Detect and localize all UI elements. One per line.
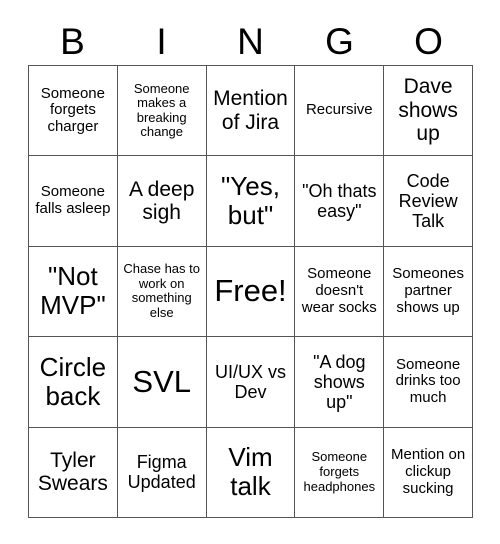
bingo-cell-b4[interactable]: Circle back [29,337,118,428]
bingo-cell-label: UI/UX vs Dev [214,361,286,402]
bingo-cell-g1[interactable]: Recursive [295,66,385,157]
bingo-cell-label: Someone doesn't wear socks [301,265,377,316]
bingo-cell-n1[interactable]: Mention of Jira [206,66,296,157]
bingo-header-letter-b: B [60,20,85,62]
bingo-header-letter-g: G [325,20,354,62]
bingo-cell-label: "Yes, but" [221,170,280,231]
bingo-cell-g2[interactable]: "Oh thats easy" [295,156,385,247]
bingo-cell-i5[interactable]: Figma Updated [117,427,207,518]
bingo-cell-b5[interactable]: Tyler Swears [29,427,118,518]
bingo-header-letter-n: N [237,20,264,62]
bingo-cell-label: Someones partner shows up [392,265,464,316]
bingo-cell-label: Dave shows up [398,75,458,146]
bingo-cell-g5[interactable]: Someone forgets headphones [295,427,385,518]
bingo-cell-label: Figma Updated [127,452,196,493]
bingo-cell-o3[interactable]: Someones partner shows up [384,246,473,338]
bingo-cell-i4[interactable]: SVL [117,337,207,428]
bingo-cell-label: Mention on clickup sucking [390,446,466,497]
bingo-cell-b2[interactable]: Someone falls asleep [29,156,118,247]
bingo-cell-g3[interactable]: Someone doesn't wear socks [295,246,385,338]
bingo-cell-label: Recursive [305,101,373,119]
bingo-cell-n5[interactable]: Vim talk [206,427,296,518]
bingo-cell-label: "Not MVP" [40,261,106,321]
bingo-cell-label: Someone makes a breaking change [133,80,190,140]
bingo-cell-label: Chase has to work on something else [123,261,200,321]
bingo-header-letter-i: I [156,20,167,62]
bingo-cell-label: Someone drinks too much [395,355,461,407]
bingo-cell-label: A deep sigh [128,177,195,225]
bingo-cell-label: Free! [214,273,287,309]
bingo-cell-o5[interactable]: Mention on clickup sucking [384,427,473,518]
bingo-cell-label: Code Review Talk [398,170,458,232]
bingo-cell-label: Circle back [39,351,107,411]
bingo-cell-label: SVL [132,363,191,399]
bingo-cell-o4[interactable]: Someone drinks too much [384,337,473,428]
bingo-cell-label: Someone forgets headphones [303,449,376,494]
bingo-cell-free[interactable]: Free! [206,246,296,338]
bingo-header-letter-o: O [414,20,443,62]
bingo-cell-label: "Oh thats easy" [302,180,377,222]
bingo-header-row: B I N G O [28,18,473,64]
bingo-cell-label: "A dog shows up" [313,351,366,412]
bingo-cell-b3[interactable]: "Not MVP" [29,246,118,338]
bingo-cell-i1[interactable]: Someone makes a breaking change [117,66,207,157]
bingo-grid: Someone forgets charger Someone makes a b… [28,65,473,518]
bingo-cell-label: Mention of Jira [213,87,288,134]
bingo-cell-g4[interactable]: "A dog shows up" [295,337,385,428]
bingo-cell-n4[interactable]: UI/UX vs Dev [206,337,296,428]
bingo-cell-b1[interactable]: Someone forgets charger [29,66,118,157]
bingo-cell-o1[interactable]: Dave shows up [384,66,473,157]
bingo-cell-label: Vim talk [228,442,273,502]
bingo-cell-n2[interactable]: "Yes, but" [206,156,296,247]
bingo-cell-label: Tyler Swears [37,448,108,496]
bingo-cell-label: Someone falls asleep [35,183,111,218]
bingo-cell-o2[interactable]: Code Review Talk [384,156,473,247]
bingo-card: B I N G O Someone forgets charger Someone… [0,0,500,544]
bingo-cell-label: Someone forgets charger [40,84,105,136]
bingo-cell-i2[interactable]: A deep sigh [117,156,207,247]
bingo-cell-i3[interactable]: Chase has to work on something else [117,246,207,338]
